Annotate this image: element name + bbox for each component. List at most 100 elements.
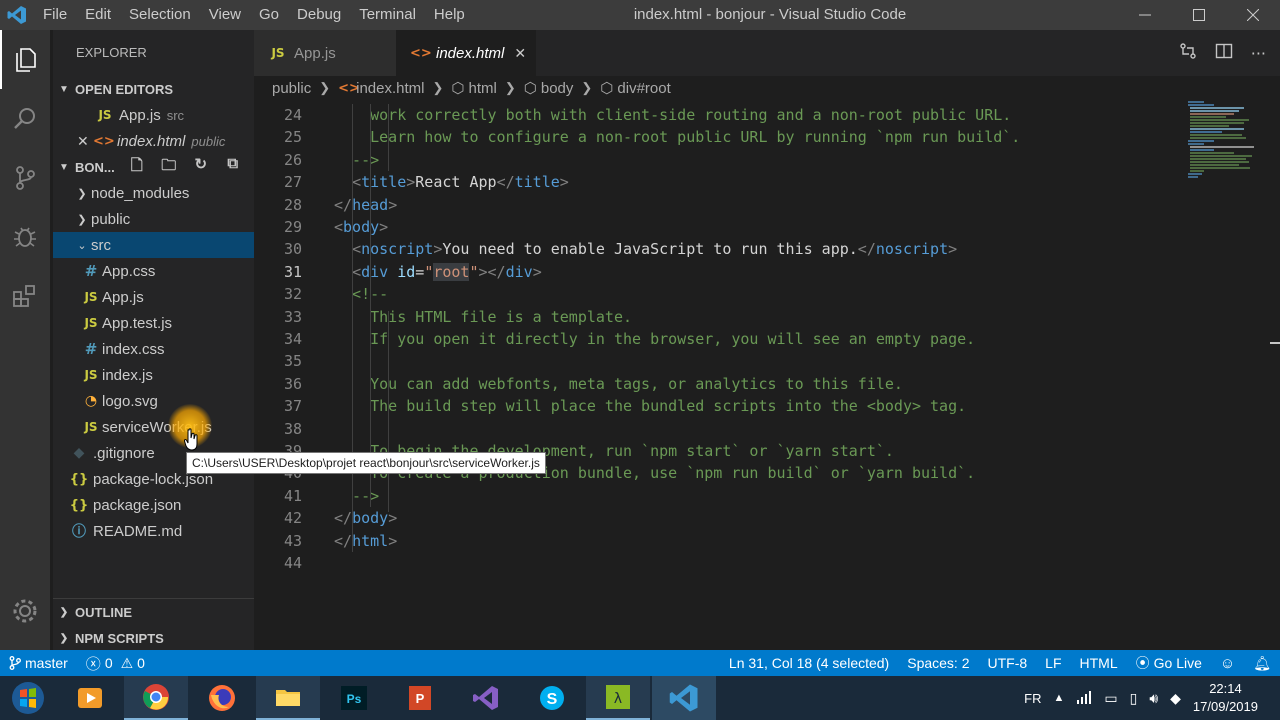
encoding-status[interactable]: UTF-8 [979,655,1037,671]
menu-debug[interactable]: Debug [288,0,350,30]
menu-edit[interactable]: Edit [76,0,120,30]
menu-go[interactable]: Go [250,0,288,30]
terminal-app-taskbar-icon[interactable]: λ [586,676,650,720]
breadcrumb-item[interactable]: body [541,80,574,97]
menu-terminal[interactable]: Terminal [350,0,425,30]
collapse-all-icon[interactable]: ⧉ [223,155,243,180]
tree-item-public[interactable]: ❯ public [53,206,254,232]
code-line[interactable]: 44 [254,552,1184,574]
tree-item-readme-md[interactable]: ⓘ README.md [53,518,254,544]
indentation-status[interactable]: Spaces: 2 [898,655,978,671]
code-line[interactable]: 34 If you open it directly in the browse… [254,328,1184,350]
tree-item-service-worker-js[interactable]: JS serviceWorker.js [53,414,254,440]
vscode-taskbar-icon[interactable] [652,676,716,720]
code-line[interactable]: 28 </head> [254,194,1184,216]
tree-item-src[interactable]: ⌄ src [53,232,254,258]
split-editor-icon[interactable] [1215,42,1233,64]
tree-item-node-modules[interactable]: ❯ node_modules [53,180,254,206]
npm-scripts-header[interactable]: ❯ NPM SCRIPTS [53,625,254,650]
firefox-taskbar-icon[interactable] [190,676,254,720]
search-icon[interactable] [0,89,50,148]
code-line[interactable]: 26 --> [254,149,1184,171]
powerpoint-taskbar-icon[interactable]: P [388,676,452,720]
explorer-icon[interactable] [0,30,50,89]
go-live-status[interactable]: ⦿ Go Live [1127,653,1211,673]
chrome-taskbar-icon[interactable] [124,676,188,720]
tree-item-app-css[interactable]: # App.css [53,258,254,284]
code-line[interactable]: 35 [254,350,1184,372]
code-line[interactable]: 24 work correctly both with client-side … [254,104,1184,126]
clock[interactable]: 22:14 17/09/2019 [1193,680,1258,716]
network-icon[interactable] [1076,690,1092,707]
code-line[interactable]: 41 --> [254,485,1184,507]
more-actions-icon[interactable]: ··· [1251,44,1266,63]
tree-item-index-js[interactable]: JS index.js [53,362,254,388]
battery-icon[interactable]: ▯ [1130,690,1138,707]
tree-item-app-js[interactable]: JS App.js [53,284,254,310]
tree-item-index-css[interactable]: # index.css [53,336,254,362]
volume-icon[interactable]: 🔊︎ [1149,690,1158,707]
code-line[interactable]: 31 <div id="root"></div> [254,261,1184,283]
code-line[interactable]: 29 <body> [254,216,1184,238]
code-line[interactable]: 25 Learn how to configure a non-root pub… [254,126,1184,148]
breadcrumb-item[interactable]: html [469,80,497,97]
photoshop-taskbar-icon[interactable]: Ps [322,676,386,720]
code-line[interactable]: 36 You can add webfonts, meta tags, or a… [254,373,1184,395]
tab-app-js[interactable]: JS App.js [254,30,396,76]
code-line[interactable]: 30 <noscript>You need to enable JavaScri… [254,238,1184,260]
open-changes-icon[interactable] [1179,42,1197,64]
code-line[interactable]: 33 This HTML file is a template. [254,306,1184,328]
code-line[interactable]: 32 <!-- [254,283,1184,305]
menu-view[interactable]: View [200,0,250,30]
outline-header[interactable]: ❯ OUTLINE [53,599,254,625]
git-branch-status[interactable]: master [0,655,77,671]
skype-taskbar-icon[interactable]: S [520,676,584,720]
menu-help[interactable]: Help [425,0,474,30]
code-line[interactable]: 43 </html> [254,530,1184,552]
minimize-button[interactable] [1118,0,1172,30]
breadcrumb-item[interactable]: div#root [617,80,670,97]
feedback-smiley-icon[interactable]: ☺ [1211,655,1244,672]
maximize-button[interactable] [1172,0,1226,30]
dropbox-icon[interactable]: ◆ [1170,690,1181,707]
minimap[interactable] [1184,100,1270,650]
code-line[interactable]: 37 The build step will place the bundled… [254,395,1184,417]
tab-index-html[interactable]: <> index.html ✕ [396,30,536,76]
tree-item-logo-svg[interactable]: ◔ logo.svg [53,388,254,414]
tree-item-package-json[interactable]: {} package.json [53,492,254,518]
breadcrumb-item[interactable]: index.html [356,80,424,97]
screen-icon[interactable]: ▭ [1104,690,1117,707]
tree-item-app-test-js[interactable]: JS App.test.js [53,310,254,336]
open-editors-header[interactable]: ▼ OPEN EDITORS [53,76,254,102]
new-folder-icon[interactable]: 🗀 [159,155,179,180]
close-tab-icon[interactable]: ✕ [514,45,526,62]
menu-file[interactable]: File [34,0,76,30]
open-editor-item[interactable]: ✕ <> index.html public [53,128,254,154]
language-mode-status[interactable]: HTML [1071,655,1127,671]
close-window-button[interactable] [1226,0,1280,30]
code-line[interactable]: 27 <title>React App</title> [254,171,1184,193]
problems-status[interactable]: ⓧ 0 ⚠ 0 [77,653,154,674]
extensions-icon[interactable] [0,266,50,325]
code-editor[interactable]: 24 work correctly both with client-side … [254,100,1184,650]
visual-studio-taskbar-icon[interactable] [454,676,518,720]
media-player-taskbar-icon[interactable] [58,676,122,720]
settings-gear-icon[interactable] [0,581,50,640]
code-line[interactable]: 38 [254,418,1184,440]
show-hidden-icons-icon[interactable]: ▲ [1053,692,1064,704]
notifications-bell-icon[interactable]: 🔔︎ [1244,655,1280,672]
start-button-icon[interactable] [0,676,56,720]
eol-status[interactable]: LF [1036,655,1070,671]
file-explorer-taskbar-icon[interactable] [256,676,320,720]
vertical-scrollbar[interactable] [1270,100,1280,650]
close-icon[interactable]: ✕ [77,133,93,150]
breadcrumb-item[interactable]: public [272,80,311,97]
debug-icon[interactable] [0,207,50,266]
open-editor-item[interactable]: JS App.js src [53,102,254,128]
project-header[interactable]: ▼ BON... 🗋 🗀 ↻ ⧉ [53,154,254,180]
menu-selection[interactable]: Selection [120,0,200,30]
code-line[interactable]: 42 </body> [254,507,1184,529]
new-file-icon[interactable]: 🗋 [127,155,147,180]
source-control-icon[interactable] [0,148,50,207]
refresh-icon[interactable]: ↻ [191,155,211,180]
